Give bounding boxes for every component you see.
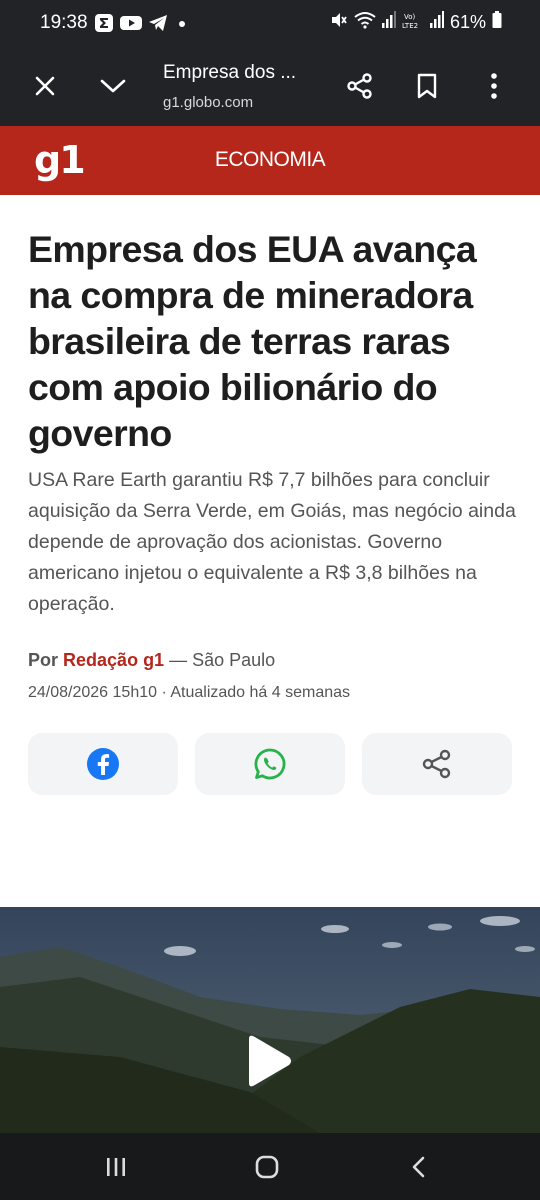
- share-bar: [28, 733, 512, 795]
- home-icon: [255, 1155, 279, 1179]
- play-icon[interactable]: [245, 1033, 295, 1089]
- back-icon: [412, 1156, 425, 1178]
- screen: 19:38 Vo) LTE2 61% Empresa dos ... g1.gl…: [0, 0, 540, 1200]
- author-link[interactable]: Redação g1: [63, 650, 164, 670]
- more-vert-icon: [491, 73, 497, 99]
- chevron-down-icon: [100, 79, 126, 93]
- section-title[interactable]: ECONOMIA: [0, 148, 540, 172]
- browser-share-button[interactable]: [340, 66, 380, 106]
- sigma-app-icon: [94, 13, 114, 38]
- dot-icon: [174, 14, 188, 37]
- video-player[interactable]: [0, 907, 540, 1133]
- facebook-icon: [87, 748, 119, 780]
- minimize-button[interactable]: [93, 66, 133, 106]
- page-url: g1.globo.com: [163, 94, 254, 111]
- whatsapp-icon: [254, 748, 286, 780]
- whatsapp-share-button[interactable]: [195, 733, 345, 795]
- browser-toolbar: Empresa dos ... g1.globo.com: [0, 46, 540, 126]
- video-thumbnail: [0, 907, 540, 1133]
- share-icon: [347, 73, 372, 99]
- signal-icon: [381, 11, 396, 34]
- battery-icon: [492, 11, 502, 34]
- close-icon: [35, 76, 55, 96]
- more-options-button[interactable]: [474, 66, 514, 106]
- recent-apps-button[interactable]: [96, 1147, 136, 1187]
- status-time: 19:38: [40, 12, 88, 33]
- svg-text:Vo): Vo): [404, 13, 416, 21]
- site-header: g1 ECONOMIA: [0, 126, 540, 195]
- signal-icon: [429, 11, 444, 34]
- volte-icon: Vo) LTE2: [402, 11, 424, 34]
- home-button[interactable]: [247, 1147, 287, 1187]
- system-status: Vo) LTE2 61%: [330, 11, 502, 34]
- wifi-icon: [354, 11, 376, 34]
- bookmark-icon: [417, 73, 437, 99]
- article-headline: Empresa dos EUA avança na compra de mine…: [28, 228, 477, 454]
- close-tab-button[interactable]: [25, 66, 65, 106]
- article-subtitle: USA Rare Earth garantiu R$ 7,7 bilhões p…: [28, 469, 516, 615]
- byline-label: Por: [28, 650, 59, 670]
- share-icon: [422, 749, 451, 779]
- back-button[interactable]: [399, 1147, 439, 1187]
- mute-icon: [330, 11, 348, 34]
- notification-icons: [94, 13, 188, 38]
- system-nav-bar: [0, 1133, 540, 1200]
- byline: Por Redação g1 — São Paulo: [28, 650, 275, 671]
- svg-text:LTE2: LTE2: [402, 22, 418, 29]
- telegram-icon: [148, 14, 168, 37]
- page-title: Empresa dos ...: [163, 62, 297, 83]
- facebook-share-button[interactable]: [28, 733, 178, 795]
- publish-date: 24/08/2026 15h10 · Atualizado há 4 seman…: [28, 684, 351, 701]
- generic-share-button[interactable]: [362, 733, 512, 795]
- youtube-icon: [120, 14, 142, 37]
- status-bar: 19:38 Vo) LTE2 61%: [0, 0, 540, 46]
- byline-location: — São Paulo: [164, 650, 276, 670]
- bookmark-button[interactable]: [407, 66, 447, 106]
- recent-apps-icon: [107, 1158, 125, 1176]
- battery-percentage: 61%: [449, 12, 486, 32]
